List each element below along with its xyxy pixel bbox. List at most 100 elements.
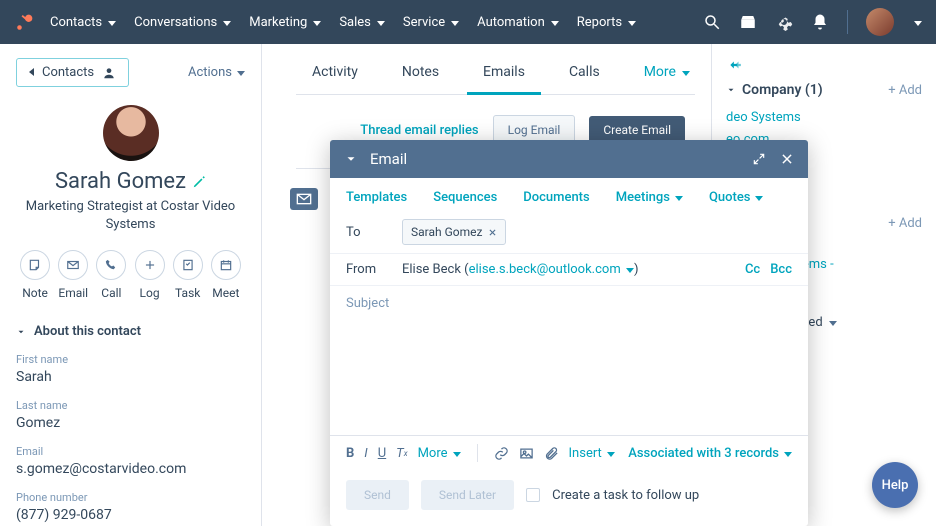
close-icon[interactable]: [780, 152, 794, 166]
meet-button[interactable]: Meet: [211, 250, 241, 300]
nav-contacts[interactable]: Contacts: [50, 15, 116, 30]
last-name-value[interactable]: Gomez: [16, 415, 245, 431]
link-icon[interactable]: [494, 446, 509, 461]
chevron-down-icon: [106, 15, 116, 30]
attachment-icon[interactable]: [544, 446, 559, 461]
contacts-label: Contacts: [42, 65, 94, 80]
thread-replies-link[interactable]: Thread email replies: [360, 123, 478, 138]
chevron-down-icon: [235, 65, 245, 80]
from-row[interactable]: From Elise Beck (elise.s.beck@outlook.co…: [330, 254, 808, 286]
email-value[interactable]: s.gomez@costarvideo.com: [16, 461, 245, 477]
last-name-label: Last name: [16, 399, 245, 412]
compose-title: Email: [370, 150, 407, 168]
italic-icon[interactable]: I: [364, 446, 367, 461]
minimize-chevron-icon[interactable]: [344, 152, 358, 166]
chevron-down-icon: [624, 262, 634, 277]
phone-value[interactable]: (877) 929-0687: [16, 507, 245, 523]
recipient-chip[interactable]: Sarah Gomez: [402, 219, 506, 245]
subject-input[interactable]: Subject: [330, 286, 808, 325]
add-deal-link[interactable]: + Add: [888, 216, 922, 231]
call-button[interactable]: Call: [96, 250, 126, 300]
hubspot-logo-icon[interactable]: [14, 11, 36, 33]
chevron-down-icon: [782, 446, 792, 461]
company-section-header[interactable]: Company (1) + Add: [726, 82, 922, 98]
to-row[interactable]: To Sarah Gomez: [330, 211, 808, 254]
chevron-down-icon: [16, 327, 26, 337]
chevron-down-icon: [673, 190, 683, 205]
insert-dropdown[interactable]: Insert: [569, 446, 615, 461]
nav-service[interactable]: Service: [403, 15, 459, 30]
tab-notes[interactable]: Notes: [398, 58, 443, 94]
edit-pencil-icon[interactable]: [192, 175, 206, 189]
nav-sales[interactable]: Sales: [339, 15, 385, 30]
person-icon: [102, 66, 116, 80]
log-button[interactable]: Log: [135, 250, 165, 300]
email-label: Email: [16, 445, 245, 458]
task-button[interactable]: Task: [173, 250, 203, 300]
marketplace-icon[interactable]: [739, 13, 757, 31]
tab-more[interactable]: More: [640, 58, 694, 94]
first-name-value[interactable]: Sarah: [16, 369, 245, 385]
search-icon[interactable]: [703, 13, 721, 31]
company-name-link[interactable]: deo Systems: [726, 108, 922, 128]
chevron-down-icon: [753, 190, 763, 205]
associated-records-dropdown[interactable]: Associated with 3 records: [628, 446, 792, 461]
contact-sidebar: Contacts Actions Sarah Gomez Marketing S…: [0, 44, 262, 526]
chevron-down-icon: [680, 64, 690, 80]
tab-calls[interactable]: Calls: [565, 58, 604, 94]
more-format-dropdown[interactable]: More: [418, 446, 461, 461]
from-value[interactable]: Elise Beck (elise.s.beck@outlook.com ): [402, 262, 639, 277]
nav-conversations[interactable]: Conversations: [134, 15, 231, 30]
chevron-down-icon: [827, 315, 837, 330]
tab-emails[interactable]: Emails: [479, 58, 529, 94]
nav-automation[interactable]: Automation: [477, 15, 559, 30]
notification-bell-icon[interactable]: [811, 13, 829, 31]
contact-avatar[interactable]: [103, 105, 159, 161]
chevron-down-icon: [449, 15, 459, 30]
actions-dropdown[interactable]: Actions: [188, 65, 245, 80]
about-section-toggle[interactable]: About this contact: [16, 324, 245, 339]
chevron-down-icon: [549, 15, 559, 30]
templates-link[interactable]: Templates: [346, 190, 407, 205]
send-later-button[interactable]: Send Later: [421, 480, 514, 510]
send-button[interactable]: Send: [346, 480, 409, 510]
collapse-panel-icon[interactable]: [726, 58, 922, 72]
remove-recipient-icon[interactable]: [488, 228, 497, 237]
quotes-dropdown[interactable]: Quotes: [709, 190, 764, 205]
chevron-down-icon[interactable]: [912, 15, 922, 30]
sequences-link[interactable]: Sequences: [433, 190, 497, 205]
user-avatar[interactable]: [866, 8, 894, 36]
top-nav: Contacts Conversations Marketing Sales S…: [0, 0, 936, 44]
help-button[interactable]: Help: [872, 462, 918, 508]
chevron-down-icon: [605, 446, 615, 461]
nav-menu: Contacts Conversations Marketing Sales S…: [50, 15, 703, 30]
chevron-down-icon: [375, 15, 385, 30]
underline-icon[interactable]: U: [378, 446, 386, 461]
followup-task-label[interactable]: Create a task to follow up: [552, 488, 699, 503]
meetings-dropdown[interactable]: Meetings: [616, 190, 683, 205]
compose-toolbar-tabs: Templates Sequences Documents Meetings Q…: [330, 178, 808, 211]
bold-icon[interactable]: B: [346, 446, 354, 461]
chevron-down-icon: [451, 446, 461, 461]
documents-link[interactable]: Documents: [523, 190, 589, 205]
nav-marketing[interactable]: Marketing: [249, 15, 321, 30]
phone-label: Phone number: [16, 491, 245, 504]
add-company-link[interactable]: + Add: [888, 83, 922, 98]
cc-link[interactable]: Cc: [745, 262, 760, 277]
note-button[interactable]: Note: [20, 250, 50, 300]
compose-body[interactable]: [330, 325, 808, 435]
followup-task-checkbox[interactable]: [526, 488, 540, 502]
activity-tabs: Activity Notes Emails Calls More: [296, 58, 695, 95]
image-icon[interactable]: [519, 446, 534, 461]
settings-gear-icon[interactable]: [775, 13, 793, 31]
compose-header[interactable]: Email: [330, 140, 808, 178]
clear-format-icon[interactable]: Tx: [396, 446, 407, 461]
email-compose-panel: Email Templates Sequences Documents Meet…: [330, 140, 808, 526]
tab-activity[interactable]: Activity: [308, 58, 362, 94]
nav-reports[interactable]: Reports: [577, 15, 636, 30]
back-to-contacts[interactable]: Contacts: [16, 58, 129, 87]
bcc-link[interactable]: Bcc: [770, 262, 792, 277]
email-button[interactable]: Email: [58, 250, 88, 300]
compose-footer: Send Send Later Create a task to follow …: [330, 470, 808, 526]
expand-icon[interactable]: [752, 152, 766, 166]
